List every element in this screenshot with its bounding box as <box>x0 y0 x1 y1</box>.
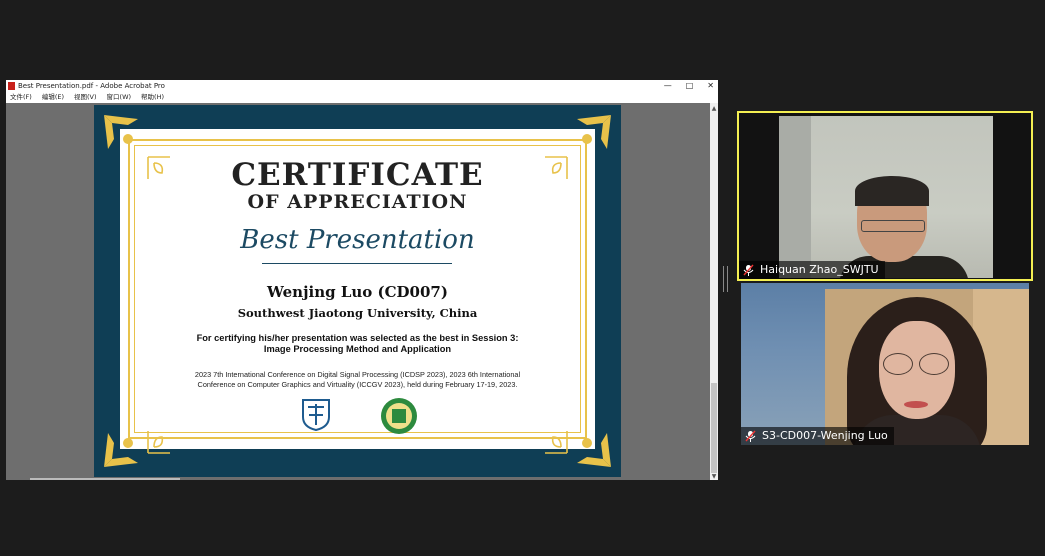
pdf-icon <box>8 82 15 90</box>
panel-resize-handle[interactable] <box>723 266 728 292</box>
award-title: Best Presentation <box>240 225 475 255</box>
recipient-name: Wenjing Luo (CD007) <box>267 283 448 301</box>
menu-window[interactable]: 窗口(W) <box>107 92 132 103</box>
participant-video <box>741 283 1029 445</box>
corner-ornament-icon <box>577 433 611 467</box>
muted-mic-icon <box>743 264 754 276</box>
participant-name: S3-CD007-Wenjing Luo <box>762 429 888 442</box>
university-logo-icon <box>302 399 330 431</box>
muted-mic-icon <box>745 430 756 442</box>
window-title: Best Presentation.pdf - Adobe Acrobat Pr… <box>18 82 165 90</box>
menu-file[interactable]: 文件(F) <box>10 92 32 103</box>
statement-line-1: For certifying his/her presentation was … <box>196 333 519 343</box>
flourish-icon <box>147 431 170 454</box>
participant-name-tag: Haiquan Zhao_SWJTU <box>739 261 885 279</box>
flourish-icon <box>545 431 568 454</box>
conference-logo-icon <box>381 398 417 434</box>
corner-ornament-icon <box>104 115 138 149</box>
conference-line-1: 2023 7th International Conference on Dig… <box>194 370 521 379</box>
conference-line-2: Conference on Computer Graphics and Virt… <box>197 380 518 389</box>
maximize-button[interactable]: □ <box>686 80 694 92</box>
scroll-up-arrow-icon[interactable]: ▲ <box>710 105 718 112</box>
menu-bar: 文件(F) 编辑(E) 视图(V) 窗口(W) 帮助(H) <box>6 92 718 103</box>
participant-name: Haiquan Zhao_SWJTU <box>760 263 879 276</box>
certificate-page: CERTIFICATE OF APPRECIATION Best Present… <box>94 105 621 477</box>
certificate-subheading: OF APPRECIATION <box>247 191 468 213</box>
corner-ornament-icon <box>104 433 138 467</box>
vertical-scrollbar[interactable]: ▲ ▼ <box>710 103 718 480</box>
statement-line-2: Image Processing Method and Application <box>263 344 452 354</box>
recipient-university: Southwest Jiaotong University, China <box>237 306 478 320</box>
menu-help[interactable]: 帮助(H) <box>141 92 164 103</box>
acrobat-window: Best Presentation.pdf - Adobe Acrobat Pr… <box>6 80 718 480</box>
minimize-button[interactable]: — <box>664 80 672 92</box>
scroll-down-arrow-icon[interactable]: ▼ <box>710 473 718 480</box>
participant-tile-active-speaker[interactable]: Haiquan Zhao_SWJTU <box>737 111 1033 281</box>
participant-video <box>779 116 993 278</box>
title-bar: Best Presentation.pdf - Adobe Acrobat Pr… <box>6 80 718 92</box>
award-underline <box>262 263 452 264</box>
participant-name-tag: S3-CD007-Wenjing Luo <box>741 427 894 445</box>
scroll-thumb[interactable] <box>711 383 717 473</box>
menu-edit[interactable]: 编辑(E) <box>42 92 64 103</box>
menu-view[interactable]: 视图(V) <box>74 92 97 103</box>
participant-tile[interactable]: S3-CD007-Wenjing Luo <box>741 283 1029 445</box>
close-button[interactable]: ✕ <box>707 80 714 92</box>
document-viewer[interactable]: CERTIFICATE OF APPRECIATION Best Present… <box>6 103 710 480</box>
horizontal-scroll-indicator[interactable] <box>30 478 180 480</box>
corner-ornament-icon <box>577 115 611 149</box>
certificate-heading: CERTIFICATE <box>231 157 484 193</box>
